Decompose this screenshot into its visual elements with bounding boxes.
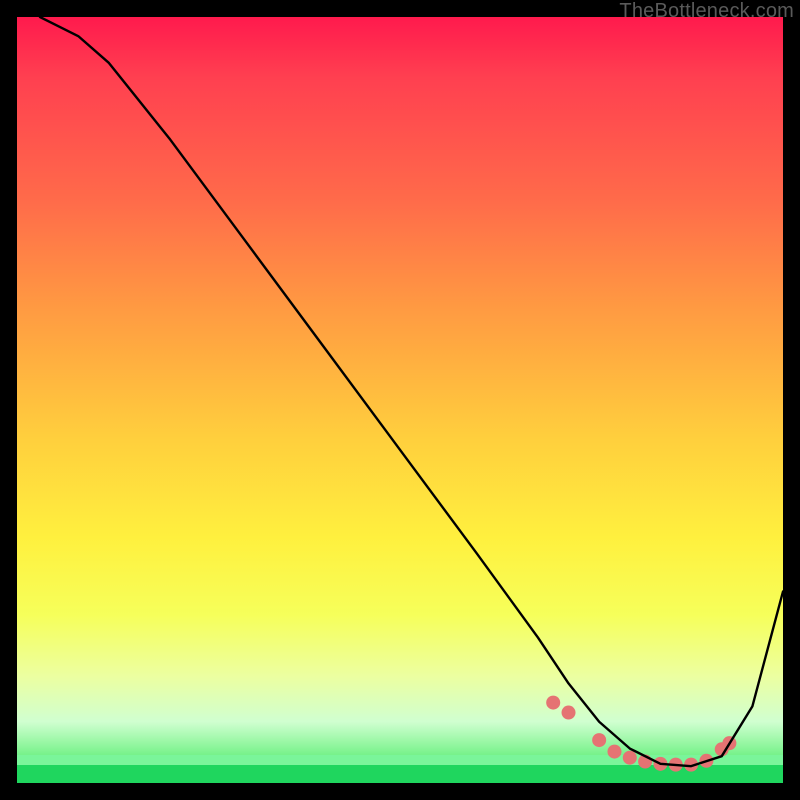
highlight-dot bbox=[607, 745, 621, 759]
watermark-text: TheBottleneck.com bbox=[619, 0, 794, 23]
highlight-dot bbox=[592, 733, 606, 747]
chart-plot-area bbox=[17, 17, 783, 783]
chart-svg bbox=[17, 17, 783, 783]
primary-curve bbox=[40, 17, 783, 766]
highlight-dot bbox=[546, 696, 560, 710]
highlight-dot bbox=[562, 706, 576, 720]
chart-frame: TheBottleneck.com bbox=[0, 0, 800, 800]
highlight-dot bbox=[623, 751, 637, 765]
